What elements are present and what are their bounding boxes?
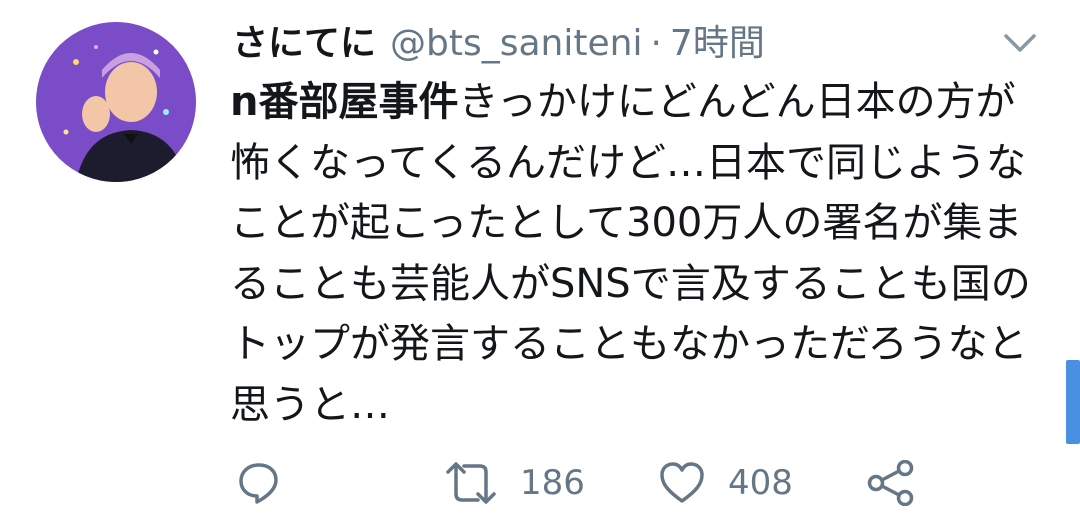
scrollbar-thumb[interactable]	[1066, 360, 1080, 444]
tweet-actions: 186 408	[0, 448, 1080, 518]
reply-icon	[239, 463, 278, 504]
tweet-text-highlight[interactable]: n番部屋事件	[230, 79, 458, 125]
avatar-image	[36, 22, 196, 182]
tweet-header: さにてに @bts_saniteni · 7時間	[232, 14, 765, 70]
retweet-count: 186	[520, 463, 585, 503]
share-button[interactable]	[866, 448, 916, 518]
share-icon	[867, 460, 914, 506]
like-button[interactable]: 408	[658, 448, 793, 518]
timestamp[interactable]: 7時間	[670, 23, 765, 64]
tweet-text-body: きっかけにどんどん日本の方が怖くなってくるんだけど…日本で同じようなことが起こっ…	[230, 79, 1031, 428]
retweet-button[interactable]: 186	[444, 448, 585, 518]
avatar[interactable]	[36, 22, 196, 182]
tweet-text: n番部屋事件きっかけにどんどん日本の方が怖くなってくるんだけど…日本で同じような…	[230, 72, 1050, 435]
chevron-down-icon[interactable]	[1000, 28, 1040, 56]
reply-button[interactable]	[236, 448, 282, 518]
display-name[interactable]: さにてに	[232, 23, 376, 64]
heart-icon	[660, 462, 704, 503]
user-handle[interactable]: @bts_saniteni	[390, 23, 642, 64]
like-count: 408	[728, 463, 793, 503]
retweet-icon	[446, 462, 496, 504]
separator-dot: ·	[650, 23, 662, 64]
